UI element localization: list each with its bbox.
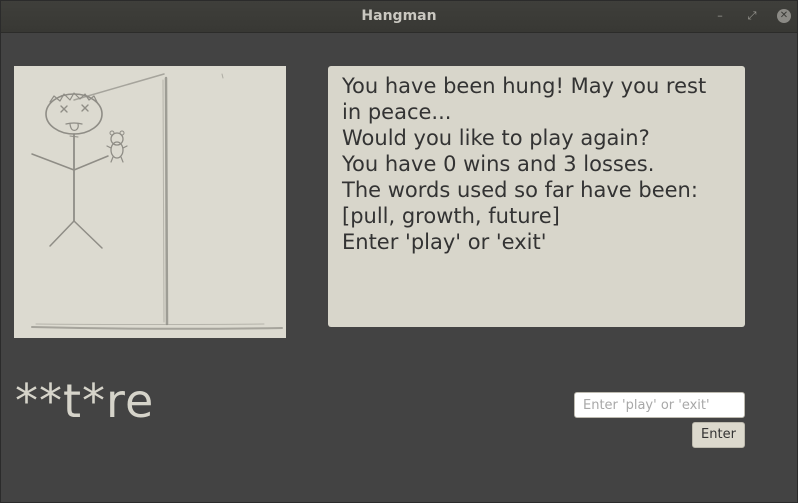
message-line: Would you like to play again? bbox=[342, 126, 650, 150]
title-bar[interactable]: Hangman – ⤢ ✕ bbox=[1, 1, 797, 33]
close-icon[interactable]: ✕ bbox=[777, 9, 791, 23]
hangman-drawing bbox=[14, 66, 286, 338]
minimize-icon[interactable]: – bbox=[713, 9, 727, 23]
hangman-sketch bbox=[31, 73, 283, 330]
message-line: in peace... bbox=[342, 100, 452, 124]
masked-word: **t*re bbox=[15, 374, 155, 428]
command-input[interactable] bbox=[574, 392, 745, 418]
message-line: [pull, growth, future] bbox=[342, 204, 560, 228]
message-panel: You have been hung! May you rest in peac… bbox=[328, 66, 745, 327]
message-line: You have 0 wins and 3 losses. bbox=[342, 152, 655, 176]
maximize-icon[interactable]: ⤢ bbox=[745, 9, 759, 23]
message-line: The words used so far have been: bbox=[342, 178, 698, 202]
message-line: Enter 'play' or 'exit' bbox=[342, 230, 547, 254]
enter-button[interactable]: Enter bbox=[692, 422, 745, 448]
app-window: Hangman – ⤢ ✕ You have been hung! May yo… bbox=[0, 0, 798, 503]
window-title: Hangman bbox=[361, 8, 437, 24]
message-line: You have been hung! May you rest bbox=[342, 74, 707, 98]
